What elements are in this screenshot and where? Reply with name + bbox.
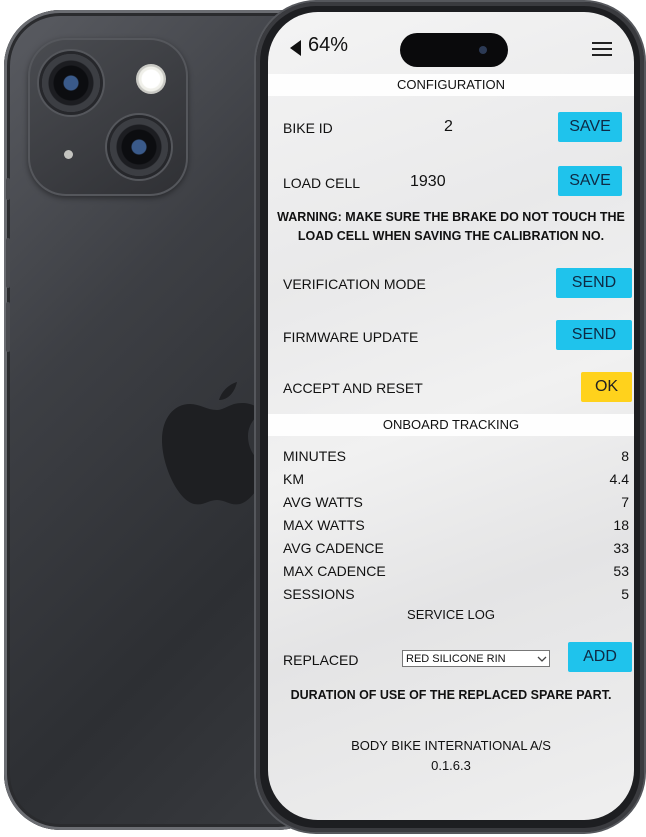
verification-mode-label: VERIFICATION MODE	[283, 276, 426, 292]
service-log-note: DURATION OF USE OF THE REPLACED SPARE PA…	[290, 688, 612, 702]
tracking-value: 5	[621, 586, 629, 602]
tracking-row-minutes: MINUTES 8	[283, 448, 629, 471]
bike-id-value[interactable]: 2	[444, 118, 453, 136]
onboard-tracking-header: ONBOARD TRACKING	[268, 414, 634, 436]
front-camera	[479, 46, 487, 54]
save-load-cell-button[interactable]: SAVE	[558, 166, 622, 196]
flash-icon	[136, 64, 166, 94]
selected-part: RED SILICONE RIN	[406, 653, 506, 665]
volume-up-button	[6, 238, 10, 288]
tracking-value: 33	[613, 540, 629, 556]
camera-lens	[42, 54, 100, 112]
company-name: BODY BIKE INTERNATIONAL A/S	[351, 738, 551, 753]
back-arrow-icon[interactable]	[290, 40, 301, 56]
tracking-value: 7	[621, 494, 629, 510]
firmware-update-label: FIRMWARE UPDATE	[283, 329, 419, 345]
replaced-label: REPLACED	[283, 652, 359, 668]
configuration-header: CONFIGURATION	[268, 74, 634, 96]
calibration-warning: WARNING: MAKE SURE THE BRAKE DO NOT TOUC…	[277, 210, 625, 243]
tracking-value: 8	[621, 448, 629, 464]
tracking-label: KM	[283, 471, 304, 487]
firmware-send-button[interactable]: SEND	[556, 320, 632, 350]
replaced-part-select[interactable]: RED SILICONE RIN	[402, 650, 550, 667]
tracking-label: AVG WATTS	[283, 494, 363, 510]
accept-reset-label: ACCEPT AND RESET	[283, 380, 423, 396]
save-bike-id-button[interactable]: SAVE	[558, 112, 622, 142]
tracking-value: 53	[613, 563, 629, 579]
tracking-row-max-cadence: MAX CADENCE 53	[283, 563, 629, 586]
front-phone: 64% CONFIGURATION BIKE ID 2 SAVE LOAD CE…	[256, 2, 644, 832]
tracking-row-km: KM 4.4	[283, 471, 629, 494]
chevron-down-icon	[537, 656, 547, 662]
volume-down-button	[6, 302, 10, 352]
tracking-label: MAX WATTS	[283, 517, 365, 533]
tracking-value: 4.4	[609, 471, 629, 487]
menu-icon[interactable]	[592, 42, 612, 56]
action-button	[6, 178, 10, 200]
load-cell-value[interactable]: 1930	[410, 173, 446, 191]
tracking-row-max-watts: MAX WATTS 18	[283, 517, 629, 540]
camera-module	[28, 38, 188, 196]
accept-reset-ok-button[interactable]: OK	[581, 372, 632, 402]
app-screen: 64% CONFIGURATION BIKE ID 2 SAVE LOAD CE…	[268, 12, 634, 820]
tracking-label: AVG CADENCE	[283, 540, 384, 556]
status-bar: 64%	[268, 12, 634, 74]
tracking-value: 18	[613, 517, 629, 533]
bike-id-label: BIKE ID	[283, 120, 333, 136]
verification-send-button[interactable]: SEND	[556, 268, 632, 298]
tracking-label: MAX CADENCE	[283, 563, 386, 579]
microphone	[64, 150, 73, 159]
camera-lens	[110, 118, 168, 176]
tracking-label: MINUTES	[283, 448, 346, 464]
dynamic-island	[400, 33, 508, 67]
tracking-row-avg-cadence: AVG CADENCE 33	[283, 540, 629, 563]
tracking-row-avg-watts: AVG WATTS 7	[283, 494, 629, 517]
tracking-label: SESSIONS	[283, 586, 355, 602]
battery-percentage: 64%	[308, 34, 349, 56]
app-version: 0.1.6.3	[431, 758, 471, 773]
service-log-header: SERVICE LOG	[407, 607, 495, 622]
add-part-button[interactable]: ADD	[568, 642, 632, 672]
load-cell-label: LOAD CELL	[283, 175, 361, 191]
